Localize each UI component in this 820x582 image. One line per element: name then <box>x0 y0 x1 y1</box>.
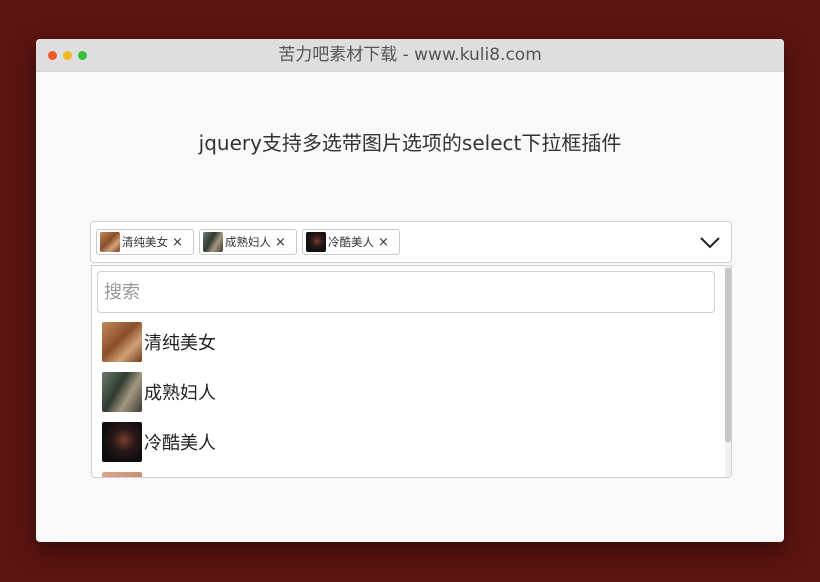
page-title: jquery支持多选带图片选项的select下拉框插件 <box>198 131 622 155</box>
dropdown-option-partial[interactable] <box>102 472 702 477</box>
multi-select-box[interactable]: 清纯美女 × 成熟妇人 × 冷酷美人 × <box>90 221 732 263</box>
browser-window: 苦力吧素材下载 - www.kuli8.com jquery支持多选带图片选项的… <box>36 39 784 542</box>
window-titlebar: 苦力吧素材下载 - www.kuli8.com <box>36 39 784 72</box>
option-thumbnail-image <box>102 472 142 477</box>
search-input[interactable] <box>97 271 715 313</box>
option-label: 清纯美女 <box>144 333 216 354</box>
scrollbar-thumb[interactable] <box>725 268 731 442</box>
option-label: 冷酷美人 <box>144 433 216 454</box>
tag-thumbnail-image <box>203 232 223 252</box>
window-title: 苦力吧素材下载 - www.kuli8.com <box>278 45 542 65</box>
tag-label: 冷酷美人 <box>328 235 374 249</box>
tag-label: 成熟妇人 <box>225 235 271 249</box>
dropdown-option[interactable]: 清纯美女 <box>102 322 702 362</box>
dropdown-panel: 清纯美女 成熟妇人 冷酷美人 <box>91 265 732 478</box>
dropdown-option[interactable]: 成熟妇人 <box>102 372 702 412</box>
dropdown-option[interactable]: 冷酷美人 <box>102 422 702 462</box>
tag-thumbnail-image <box>306 232 326 252</box>
remove-tag-icon[interactable]: × <box>378 236 389 249</box>
selected-tag: 成熟妇人 × <box>199 229 297 255</box>
chevron-down-icon[interactable] <box>699 231 721 253</box>
selected-tag: 冷酷美人 × <box>302 229 400 255</box>
option-thumbnail-image <box>102 322 142 362</box>
option-thumbnail-image <box>102 372 142 412</box>
dropdown-scrollbar[interactable] <box>725 266 731 477</box>
remove-tag-icon[interactable]: × <box>172 236 183 249</box>
remove-tag-icon[interactable]: × <box>275 236 286 249</box>
option-thumbnail-image <box>102 422 142 462</box>
option-label: 成熟妇人 <box>144 383 216 404</box>
tag-label: 清纯美女 <box>122 235 168 249</box>
tag-thumbnail-image <box>100 232 120 252</box>
selected-tag: 清纯美女 × <box>96 229 194 255</box>
